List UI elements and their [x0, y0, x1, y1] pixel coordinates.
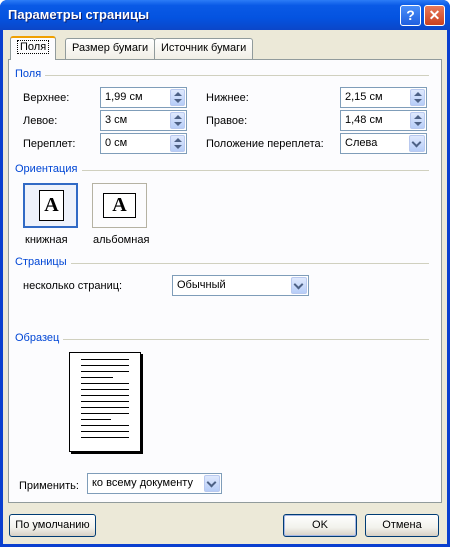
help-button[interactable]: ? — [400, 5, 421, 26]
gutter-position-select[interactable]: Слева — [340, 133, 427, 154]
apply-to-label: Применить: — [19, 480, 79, 492]
preview-group-title: Образец — [15, 332, 60, 344]
top-margin-input[interactable]: 1,99 см — [100, 87, 187, 108]
pages-group-title: Страницы — [15, 256, 67, 268]
left-margin-label: Левое: — [23, 115, 58, 127]
tab-paper-source[interactable]: Источник бумаги — [154, 38, 254, 59]
gutter-value: 0 см — [105, 137, 128, 149]
question-icon: ? — [406, 7, 415, 23]
spin-arrows-icon[interactable] — [170, 112, 185, 129]
landscape-page-letter: A — [112, 194, 127, 216]
ok-button[interactable]: OK — [283, 514, 357, 537]
tab-margins-label: Поля — [17, 40, 50, 54]
page-setup-dialog: Параметры страницы ? ✕ Поля Размер бумаг… — [0, 0, 450, 547]
landscape-page-icon: A — [103, 193, 136, 218]
portrait-button[interactable]: A — [23, 183, 78, 228]
apply-to-value: ко всему документу — [92, 477, 193, 489]
portrait-page-letter: A — [44, 194, 59, 216]
group-divider — [45, 75, 429, 76]
cancel-button-label: Отмена — [382, 519, 422, 531]
portrait-page-icon: A — [39, 190, 64, 221]
left-margin-value: 3 см — [105, 114, 128, 126]
multiple-pages-label: несколько страниц: — [23, 280, 123, 292]
title-bar[interactable]: Параметры страницы ? ✕ — [0, 0, 450, 30]
group-divider — [63, 339, 429, 340]
multiple-pages-select[interactable]: Обычный — [172, 275, 309, 296]
apply-to-select[interactable]: ко всему документу — [87, 473, 222, 494]
spin-arrows-icon[interactable] — [410, 112, 425, 129]
right-margin-input[interactable]: 1,48 см — [340, 110, 427, 131]
orientation-group-title: Ориентация — [15, 163, 78, 175]
close-button[interactable]: ✕ — [424, 5, 445, 26]
gutter-position-value: Слева — [345, 137, 378, 149]
chevron-down-icon[interactable] — [409, 135, 425, 152]
window-title: Параметры страницы — [8, 7, 150, 22]
ok-button-label: OK — [312, 519, 328, 531]
multiple-pages-value: Обычный — [177, 279, 226, 291]
tab-paper-size[interactable]: Размер бумаги — [65, 38, 156, 59]
chevron-down-icon[interactable] — [204, 475, 220, 492]
top-margin-label: Верхнее: — [23, 92, 70, 104]
bottom-margin-value: 2,15 см — [345, 91, 383, 103]
margins-group-title: Поля — [15, 68, 42, 80]
landscape-label: альбомная — [93, 234, 150, 246]
right-margin-value: 1,48 см — [345, 114, 383, 126]
tab-paper-source-label: Источник бумаги — [161, 42, 247, 54]
tab-paper-size-label: Размер бумаги — [72, 42, 149, 54]
default-button[interactable]: По умолчанию — [9, 514, 96, 537]
left-margin-input[interactable]: 3 см — [100, 110, 187, 131]
portrait-label: книжная — [25, 234, 68, 246]
spin-arrows-icon[interactable] — [410, 89, 425, 106]
gutter-label: Переплет: — [23, 138, 76, 150]
default-button-label: По умолчанию — [15, 519, 90, 531]
bottom-margin-input[interactable]: 2,15 см — [340, 87, 427, 108]
group-divider — [71, 263, 429, 264]
margins-panel: Поля Верхнее: 1,99 см Нижнее: 2,15 см Ле… — [8, 59, 442, 503]
spin-arrows-icon[interactable] — [170, 89, 185, 106]
close-icon: ✕ — [428, 7, 441, 23]
tab-margins[interactable]: Поля — [10, 36, 57, 60]
gutter-input[interactable]: 0 см — [100, 133, 187, 154]
dialog-client: Поля Размер бумаги Источник бумаги Поля … — [3, 30, 447, 544]
landscape-button[interactable]: A — [92, 183, 147, 228]
spin-arrows-icon[interactable] — [170, 135, 185, 152]
cancel-button[interactable]: Отмена — [365, 514, 439, 537]
chevron-down-icon[interactable] — [291, 277, 307, 294]
group-divider — [82, 170, 429, 171]
top-margin-value: 1,99 см — [105, 91, 143, 103]
bottom-margin-label: Нижнее: — [206, 92, 249, 104]
preview-page — [69, 352, 141, 452]
right-margin-label: Правое: — [206, 115, 248, 127]
gutter-position-label: Положение переплета: — [206, 138, 324, 150]
